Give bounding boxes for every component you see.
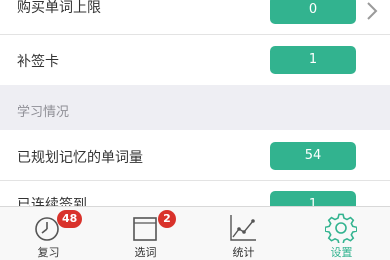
tab-review[interactable]: 48 复习 xyxy=(0,207,97,260)
buy-limit-value-button[interactable]: 0 xyxy=(270,0,356,24)
planned-words-label: 已规划记忆的单词量 xyxy=(17,150,143,166)
chevron-right-icon[interactable] xyxy=(364,0,380,22)
bottom-tab-bar: 48 复习 2 选词 统计 设置 xyxy=(0,206,390,260)
word-card-icon xyxy=(133,217,157,241)
study-section-header: 学习情况 xyxy=(0,85,390,130)
planned-words-row[interactable]: 已规划记忆的单词量 54 xyxy=(0,130,390,180)
buy-limit-label: 购买单词上限 xyxy=(17,0,101,16)
tab-statistics[interactable]: 统计 xyxy=(195,207,292,260)
statistics-chart-icon xyxy=(230,215,256,241)
select-words-count-badge: 2 xyxy=(158,210,176,228)
makeup-card-row[interactable]: 补签卡 1 xyxy=(0,35,390,85)
planned-words-value-button[interactable]: 54 xyxy=(270,142,356,170)
tab-settings-label: 设置 xyxy=(330,246,353,259)
tab-settings[interactable]: 设置 xyxy=(293,207,390,260)
tab-select-words-label: 选词 xyxy=(134,246,157,259)
tab-review-label: 复习 xyxy=(37,246,60,259)
settings-gear-icon xyxy=(325,213,357,243)
tab-statistics-label: 统计 xyxy=(232,246,255,259)
makeup-card-label: 补签卡 xyxy=(17,54,59,70)
study-section-title: 学习情况 xyxy=(17,105,70,120)
settings-screen: 购买单词上限 0 补签卡 1 学习情况 已规划记忆的单词量 54 已连续签到 1… xyxy=(0,0,390,260)
makeup-card-value-button[interactable]: 1 xyxy=(270,46,356,74)
buy-limit-row[interactable]: 购买单词上限 0 xyxy=(0,0,390,33)
review-count-badge: 48 xyxy=(57,210,83,228)
tab-select-words[interactable]: 2 选词 xyxy=(97,207,194,260)
